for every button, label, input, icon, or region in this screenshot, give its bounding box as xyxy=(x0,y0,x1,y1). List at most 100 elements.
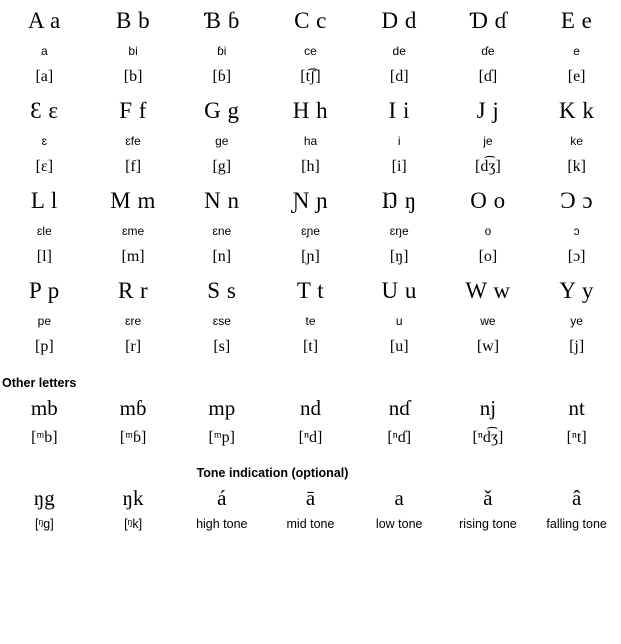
letter-name: je xyxy=(483,134,493,148)
letter-pair: O o xyxy=(470,188,506,213)
tone-cell: ŋg [ᵑg] xyxy=(0,482,89,535)
tone-label: falling tone xyxy=(546,517,607,531)
letter-ipa: [ɔ] xyxy=(567,248,586,265)
letter-name: ɛme xyxy=(121,224,145,238)
letter-name: ɛ xyxy=(41,134,48,148)
letter-ipa: [ɗ] xyxy=(478,68,498,85)
letter-name: ɓi xyxy=(217,44,227,58)
letter-ipa: [ŋ] xyxy=(389,248,409,265)
letter-pair: W w xyxy=(465,278,511,303)
letter-ipa: [a] xyxy=(35,68,54,85)
tone-cell: â falling tone xyxy=(532,482,621,535)
letter-name: i xyxy=(397,134,401,148)
tone-cell: ŋk [ᵑk] xyxy=(89,482,178,535)
letter-ipa: [e] xyxy=(567,68,586,85)
alphabet-cell: S s ɛse [s] xyxy=(177,270,266,360)
letter-name: ɛse xyxy=(212,314,231,328)
letter-pair: J j xyxy=(476,98,500,123)
other-letter-ipa: [ⁿd͡ʒ] xyxy=(472,429,504,446)
alphabet-cell: K k ke [k] xyxy=(532,90,621,180)
alphabet-cell: A a a [a] xyxy=(0,0,89,90)
letter-pair: M m xyxy=(110,188,156,213)
letter-pair: D d xyxy=(381,8,417,33)
alphabet-cell: U u u [u] xyxy=(355,270,444,360)
alphabet-chart: A a a [a] B b bi [b] Ɓ ɓ ɓi [ɓ] C c ce [… xyxy=(0,0,621,644)
other-letter-form: nɗ xyxy=(388,396,410,420)
alphabet-cell: B b bi [b] xyxy=(89,0,178,90)
letter-pair: Ŋ ŋ xyxy=(381,188,417,213)
other-letter-cell: nd [ⁿd] xyxy=(266,392,355,452)
tone-cell: ǎ rising tone xyxy=(444,482,533,535)
alphabet-table: A a a [a] B b bi [b] Ɓ ɓ ɓi [ɓ] C c ce [… xyxy=(0,0,621,360)
letter-ipa: [g] xyxy=(212,158,232,175)
letter-name: u xyxy=(395,314,403,328)
alphabet-cell: P p pe [p] xyxy=(0,270,89,360)
other-letters-table: mb [ᵐb] mɓ [ᵐɓ] mp [ᵐp] nd [ⁿd] nɗ [ⁿɗ] … xyxy=(0,392,621,452)
tone-form: a xyxy=(394,486,404,510)
letter-name: ɛle xyxy=(36,224,52,238)
other-letter-cell: mp [ᵐp] xyxy=(177,392,266,452)
alphabet-cell: Ɓ ɓ ɓi [ɓ] xyxy=(177,0,266,90)
other-letter-form: mp xyxy=(208,396,236,420)
alphabet-cell: J j je [d͡ʒ] xyxy=(444,90,533,180)
other-letter-cell: nt [ⁿt] xyxy=(532,392,621,452)
other-letter-ipa: [ᵐɓ] xyxy=(119,429,147,446)
letter-ipa: [n] xyxy=(212,248,232,265)
letter-pair: Ɓ ɓ xyxy=(203,8,240,33)
other-letter-ipa: [ⁿɗ] xyxy=(387,429,412,446)
letter-name: ɛŋe xyxy=(389,224,409,238)
letter-pair: R r xyxy=(117,278,149,303)
letter-pair: U u xyxy=(381,278,417,303)
alphabet-cell: R r ɛre [r] xyxy=(89,270,178,360)
letter-ipa: [ɲ] xyxy=(301,248,320,265)
other-letter-form: mɓ xyxy=(119,396,147,420)
other-letter-ipa: [ᵐp] xyxy=(208,429,236,446)
letter-name: ge xyxy=(215,134,229,148)
alphabet-cell: W w we [w] xyxy=(444,270,533,360)
alphabet-cell: F f ɛfe [f] xyxy=(89,90,178,180)
letter-name: ɛre xyxy=(124,314,142,328)
alphabet-cell: N n ɛne [n] xyxy=(177,180,266,270)
letter-name: we xyxy=(480,314,496,328)
other-letter-ipa: [ⁿd] xyxy=(298,429,323,446)
tone-label: rising tone xyxy=(459,517,517,531)
letter-name: ɔ xyxy=(573,224,580,238)
letter-ipa: [w] xyxy=(476,338,500,355)
other-letter-form: nt xyxy=(568,396,585,420)
other-letter-cell: nj [ⁿd͡ʒ] xyxy=(444,392,533,452)
letter-pair: Ɔ ɔ xyxy=(560,188,594,213)
letter-ipa: [k] xyxy=(567,158,586,175)
letter-name: ɗe xyxy=(481,44,495,58)
alphabet-cell: I i i [i] xyxy=(355,90,444,180)
alphabet-cell: Ɔ ɔ ɔ [ɔ] xyxy=(532,180,621,270)
letter-name: e xyxy=(573,44,580,58)
letter-ipa: [o] xyxy=(478,248,498,265)
letter-pair: L l xyxy=(30,188,58,213)
alphabet-cell: E e e [e] xyxy=(532,0,621,90)
letter-ipa: [d͡ʒ] xyxy=(475,158,501,175)
alphabet-cell: Ŋ ŋ ɛŋe [ŋ] xyxy=(355,180,444,270)
other-letter-cell: nɗ [ⁿɗ] xyxy=(355,392,444,452)
letter-pair: Ɲ ɲ xyxy=(292,188,329,213)
tone-form: â xyxy=(571,486,582,510)
letter-ipa: [l] xyxy=(36,248,52,265)
letter-name: ke xyxy=(570,134,583,148)
letter-ipa: [h] xyxy=(301,158,320,175)
letter-pair: P p xyxy=(29,278,60,303)
letter-pair: I i xyxy=(388,98,410,123)
other-letter-ipa: [ⁿt] xyxy=(566,429,587,446)
letter-pair: S s xyxy=(207,278,237,303)
letter-pair: T t xyxy=(296,278,325,303)
letter-name: o xyxy=(484,224,492,238)
tone-label: high tone xyxy=(196,517,248,531)
other-letters-heading: Other letters xyxy=(2,376,77,390)
alphabet-cell: T t te [t] xyxy=(266,270,355,360)
letter-ipa: [j] xyxy=(569,338,585,355)
letter-pair: Y y xyxy=(559,278,594,303)
tone-cell: a low tone xyxy=(355,482,444,535)
letter-name: ye xyxy=(570,314,583,328)
other-letter-form: nd xyxy=(299,396,321,420)
tone-form: ā xyxy=(305,486,316,510)
letter-ipa: [t] xyxy=(302,338,319,355)
alphabet-cell: Ɲ ɲ ɛɲe [ɲ] xyxy=(266,180,355,270)
